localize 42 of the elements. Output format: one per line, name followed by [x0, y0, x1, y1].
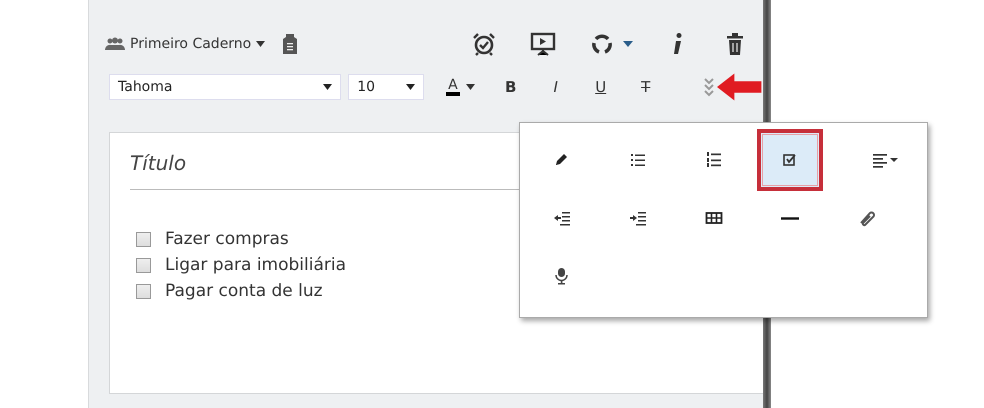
- checklist-item: Pagar conta de luz: [165, 281, 323, 301]
- trash-icon: [727, 33, 743, 55]
- numbered-list-icon: [705, 151, 723, 169]
- caret-icon: [256, 41, 266, 47]
- reminder-button[interactable]: [471, 32, 497, 56]
- font-size-select[interactable]: 10: [348, 74, 424, 100]
- presentation-icon: [530, 32, 556, 56]
- indent-icon: [629, 209, 647, 227]
- bullet-list-icon: [629, 151, 647, 169]
- text-color-button[interactable]: A: [446, 78, 475, 96]
- checklist-item: Fazer compras: [165, 229, 289, 249]
- caret-icon: [466, 84, 475, 90]
- title-field[interactable]: Título: [130, 147, 490, 179]
- checkbox-button[interactable]: [757, 129, 823, 191]
- color-letter: A: [446, 78, 460, 96]
- info-icon: [672, 32, 682, 56]
- table-icon: [705, 209, 723, 227]
- outdent-icon: [553, 209, 571, 227]
- alarm-clock-icon: [472, 32, 496, 56]
- checkbox[interactable]: [136, 258, 151, 272]
- pointer-arrow-icon: [716, 72, 763, 102]
- tag-icon: [283, 34, 298, 54]
- font-select[interactable]: Tahoma: [109, 74, 342, 100]
- double-chevron-icon: [702, 77, 715, 97]
- italic-button[interactable]: I: [546, 78, 566, 96]
- notebook-selector[interactable]: Primeiro Caderno: [105, 36, 266, 52]
- checkbox[interactable]: [136, 284, 151, 298]
- caret-icon: [623, 41, 633, 47]
- present-button[interactable]: [529, 32, 557, 56]
- horizontal-rule-icon: [781, 216, 799, 220]
- dropdown-arrow-icon: [323, 84, 332, 90]
- dropdown-arrow-icon: [406, 84, 416, 90]
- checklist-item: Ligar para imobiliária: [165, 255, 346, 275]
- strike-button[interactable]: T: [636, 78, 656, 96]
- people-icon: [105, 37, 125, 51]
- underline-button[interactable]: U: [590, 78, 611, 96]
- checkbox[interactable]: [136, 232, 151, 246]
- sync-icon: [591, 33, 613, 55]
- tag-button[interactable]: [283, 34, 298, 54]
- delete-button[interactable]: [725, 33, 745, 55]
- bold-button[interactable]: B: [500, 78, 521, 96]
- align-left-icon: [872, 151, 898, 169]
